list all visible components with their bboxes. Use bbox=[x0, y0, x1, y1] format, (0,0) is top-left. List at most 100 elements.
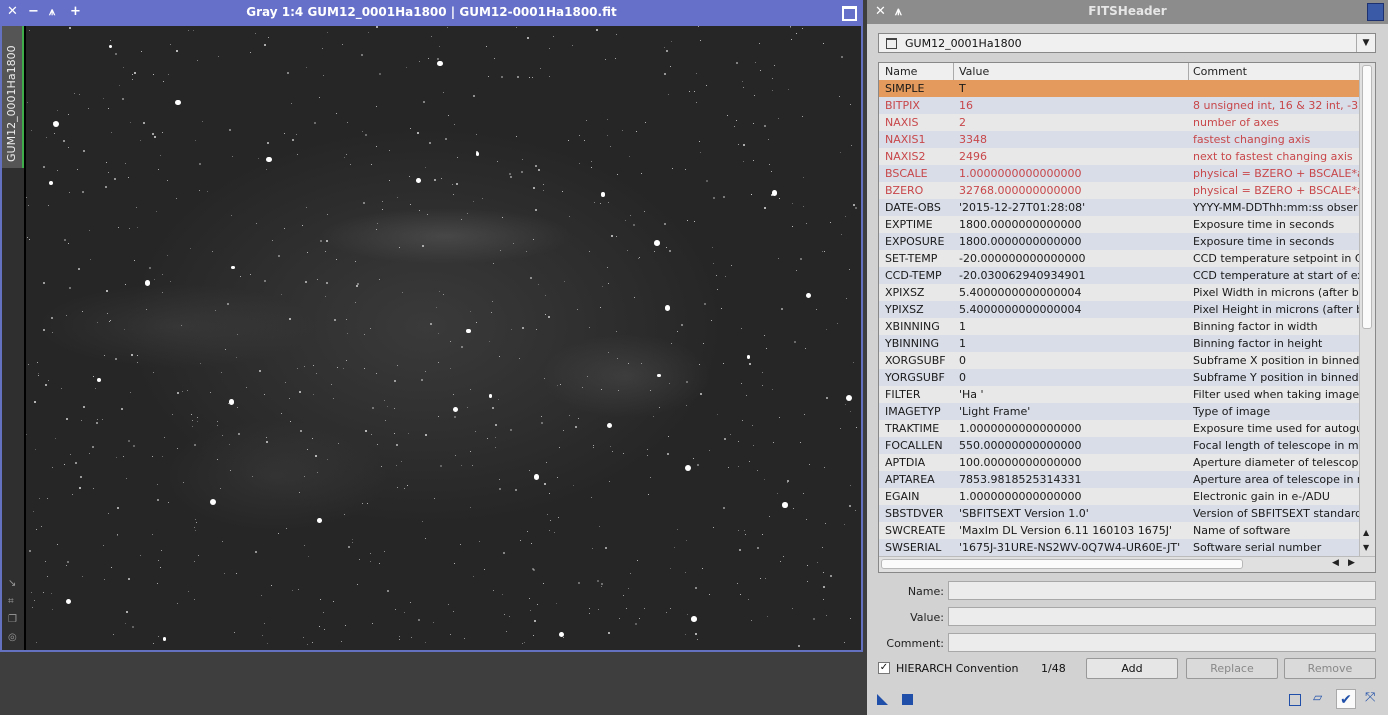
table-row[interactable]: SBSTDVER 'SBFITSEXT Version 1.0' Version o… bbox=[879, 505, 1361, 522]
keyword-name-cell: SWCREATE bbox=[885, 524, 946, 537]
name-field[interactable] bbox=[948, 581, 1376, 600]
vertical-scrollbar[interactable]: ▲ ▼ bbox=[1359, 63, 1375, 556]
apply-global-icon[interactable] bbox=[902, 694, 913, 705]
table-row[interactable]: YBINNING 1 Binning factor in height bbox=[879, 335, 1361, 352]
star bbox=[201, 120, 203, 122]
table-row[interactable]: IMAGETYP 'Light Frame' Type of image bbox=[879, 403, 1361, 420]
table-row[interactable]: APTAREA 7853.9818525314331 Aperture area o… bbox=[879, 471, 1361, 488]
horizontal-scroll-thumb[interactable] bbox=[881, 559, 1243, 569]
table-row[interactable]: APTDIA 100.00000000000000 Aperture diamete… bbox=[879, 454, 1361, 471]
browse-icon[interactable] bbox=[1289, 694, 1301, 706]
star bbox=[403, 487, 405, 489]
table-row[interactable]: FILTER 'Ha ' Filter used when taking image bbox=[879, 386, 1361, 403]
process-icon[interactable] bbox=[1367, 3, 1384, 21]
horizontal-scrollbar[interactable]: ◀ ▶ bbox=[879, 556, 1375, 572]
scroll-left-icon[interactable]: ◀ bbox=[1332, 558, 1339, 568]
table-row[interactable]: NAXIS 2 number of axes bbox=[879, 114, 1361, 131]
fits-titlebar[interactable]: ✕ ⩚ FITSHeader bbox=[867, 0, 1388, 24]
star bbox=[74, 462, 77, 465]
image-canvas[interactable] bbox=[24, 26, 861, 650]
star bbox=[78, 93, 80, 95]
table-row[interactable]: SET-TEMP -20.000000000000000 CCD temperatu… bbox=[879, 250, 1361, 267]
star bbox=[668, 250, 671, 253]
reset-icon[interactable]: ⤧ bbox=[1365, 690, 1375, 705]
table-row[interactable]: XPIXSZ 5.4000000000000004 Pixel Width in m… bbox=[879, 284, 1361, 301]
table-row[interactable]: SIMPLE T bbox=[879, 80, 1361, 97]
table-row[interactable]: NAXIS2 2496 next to fastest changing axis bbox=[879, 148, 1361, 165]
table-row[interactable]: SWCREATE 'MaxIm DL Version 6.11 160103 16… bbox=[879, 522, 1361, 539]
star bbox=[455, 183, 458, 186]
target-icon[interactable]: ◎ bbox=[8, 632, 17, 643]
star bbox=[319, 598, 321, 600]
column-divider[interactable] bbox=[953, 63, 954, 80]
hierarch-checkbox[interactable]: ✓ bbox=[878, 662, 890, 674]
column-header-comment[interactable]: Comment bbox=[1193, 65, 1247, 78]
vertical-scroll-thumb[interactable] bbox=[1362, 65, 1372, 329]
column-divider[interactable] bbox=[1188, 63, 1189, 80]
value-field[interactable] bbox=[948, 607, 1376, 626]
fit-icon[interactable]: ⌗ bbox=[8, 596, 14, 607]
column-header-name[interactable]: Name bbox=[885, 65, 917, 78]
image-window-titlebar[interactable]: ✕ − ⩚ + Gray 1:4 GUM12_0001Ha1800 | GUM1… bbox=[0, 0, 863, 26]
keyword-name-cell: NAXIS1 bbox=[885, 133, 926, 146]
star bbox=[121, 98, 124, 101]
star bbox=[218, 56, 220, 58]
star bbox=[625, 220, 627, 222]
arrow-icon[interactable]: ↘ bbox=[8, 578, 16, 589]
new-instance-icon[interactable] bbox=[877, 694, 888, 705]
star bbox=[737, 466, 739, 468]
remove-button[interactable]: Remove bbox=[1284, 658, 1376, 679]
comment-field[interactable] bbox=[948, 633, 1376, 652]
keyword-name-cell: XORGSUBF bbox=[885, 354, 946, 367]
replace-button[interactable]: Replace bbox=[1186, 658, 1278, 679]
scroll-down-icon[interactable]: ▼ bbox=[1363, 543, 1369, 552]
table-row[interactable]: SWSERIAL '1675J-31URE-NS2WV-0Q7W4-UR60E-J… bbox=[879, 539, 1361, 556]
table-row[interactable]: EXPTIME 1800.0000000000000 Exposure time i… bbox=[879, 216, 1361, 233]
scroll-up-icon[interactable]: ▲ bbox=[1363, 528, 1369, 537]
check-icon[interactable]: ✔ bbox=[1336, 689, 1356, 709]
chevron-down-icon[interactable]: ▼ bbox=[1356, 34, 1375, 52]
star bbox=[839, 151, 841, 153]
star bbox=[34, 600, 36, 602]
image-side-tab[interactable]: GUM12_0001Ha1800 bbox=[2, 26, 24, 168]
maximize-icon[interactable] bbox=[842, 6, 857, 21]
table-row[interactable]: YPIXSZ 5.4000000000000004 Pixel Height in … bbox=[879, 301, 1361, 318]
table-row[interactable]: BZERO 32768.000000000000 physical = BZERO … bbox=[879, 182, 1361, 199]
document-icon[interactable]: ▱ bbox=[1313, 690, 1322, 704]
star bbox=[453, 415, 456, 418]
star bbox=[699, 363, 701, 365]
table-row[interactable]: DATE-OBS '2015-12-27T01:28:08' YYYY-MM-DDT… bbox=[879, 199, 1361, 216]
table-row[interactable]: TRAKTIME 1.0000000000000000 Exposure time … bbox=[879, 420, 1361, 437]
star bbox=[311, 437, 313, 439]
add-button[interactable]: Add bbox=[1086, 658, 1178, 679]
table-row[interactable]: XORGSUBF 0 Subframe X position in binned bbox=[879, 352, 1361, 369]
column-header-value[interactable]: Value bbox=[959, 65, 989, 78]
star bbox=[270, 584, 272, 586]
star bbox=[780, 561, 782, 563]
star bbox=[686, 613, 688, 615]
star bbox=[746, 355, 751, 359]
table-row[interactable]: EXPOSURE 1800.0000000000000 Exposure time … bbox=[879, 233, 1361, 250]
star bbox=[519, 539, 521, 541]
keyword-value-cell: 0 bbox=[959, 354, 966, 367]
fits-keyword-table[interactable]: Name Value Comment SIMPLE T BITPIX 16 8 unsi… bbox=[878, 62, 1376, 573]
table-row[interactable]: BSCALE 1.0000000000000000 physical = BZERO… bbox=[879, 165, 1361, 182]
star bbox=[396, 365, 398, 367]
star bbox=[604, 547, 607, 550]
star bbox=[531, 76, 533, 78]
table-row[interactable]: BITPIX 16 8 unsigned int, 16 & 32 int, -32 bbox=[879, 97, 1361, 114]
star bbox=[794, 341, 797, 344]
clone-icon[interactable]: ❐ bbox=[8, 614, 17, 625]
table-row[interactable]: EGAIN 1.0000000000000000 Electronic gain i… bbox=[879, 488, 1361, 505]
star bbox=[752, 445, 754, 447]
table-row[interactable]: NAXIS1 3348 fastest changing axis bbox=[879, 131, 1361, 148]
scroll-right-icon[interactable]: ▶ bbox=[1348, 558, 1355, 568]
star bbox=[114, 177, 117, 180]
table-row[interactable]: YORGSUBF 0 Subframe Y position in binned bbox=[879, 369, 1361, 386]
star bbox=[792, 226, 793, 228]
table-row[interactable]: XBINNING 1 Binning factor in width bbox=[879, 318, 1361, 335]
table-row[interactable]: FOCALLEN 550.00000000000000 Focal length o… bbox=[879, 437, 1361, 454]
image-select-dropdown[interactable]: GUM12_0001Ha1800 ▼ bbox=[878, 33, 1376, 53]
image-window[interactable]: ✕ − ⩚ + Gray 1:4 GUM12_0001Ha1800 | GUM1… bbox=[0, 0, 863, 652]
table-row[interactable]: CCD-TEMP -20.030062940934901 CCD temperatu… bbox=[879, 267, 1361, 284]
